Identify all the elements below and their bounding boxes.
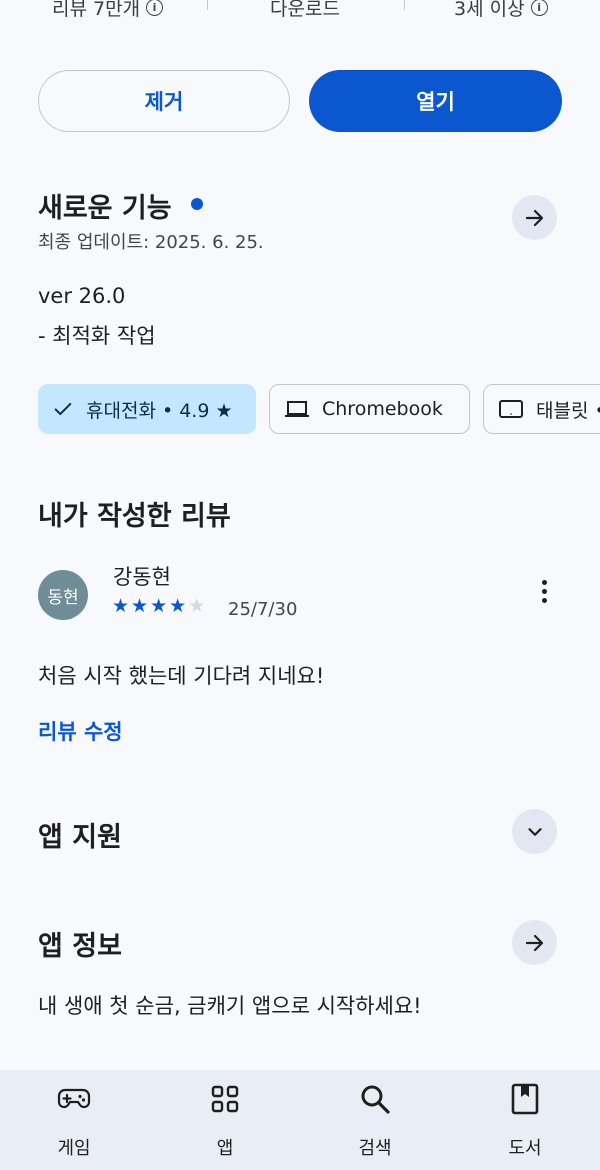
reviews-count: 리뷰 7만개	[52, 0, 141, 20]
app-support-title: 앱 지원	[38, 822, 122, 853]
last-updated: 최종 업데이트: 2025. 6. 25.	[38, 232, 264, 253]
whats-new-title: 새로운 기능	[38, 193, 172, 224]
nav-books[interactable]: 도서	[475, 1082, 575, 1160]
new-indicator-dot	[191, 198, 203, 210]
nav-games[interactable]: 게임	[24, 1082, 124, 1160]
release-notes: - 최적화 작업	[38, 324, 156, 348]
nav-search[interactable]: 검색	[325, 1082, 425, 1160]
edit-review-link[interactable]: 리뷰 수정	[38, 716, 123, 746]
age-rating-stat[interactable]: 3세 이상 i	[454, 0, 548, 21]
review-author: 강동현	[113, 565, 171, 589]
nav-search-label: 검색	[358, 1138, 392, 1159]
book-icon	[511, 1082, 539, 1116]
age-rating-label: 3세 이상	[454, 0, 525, 20]
downloads-label: 다운로드	[270, 0, 340, 20]
gamepad-icon	[57, 1082, 91, 1116]
search-icon	[359, 1082, 391, 1116]
nav-apps[interactable]: 앱	[175, 1082, 275, 1160]
app-description: 내 생애 첫 순금, 금캐기 앱으로 시작하세요!	[38, 994, 422, 1018]
chip-phone-label: 휴대전화 • 4.9 ★	[86, 399, 233, 422]
info-icon: i	[146, 0, 164, 16]
arrow-right-icon	[525, 209, 543, 226]
review-stars: ★ ★ ★ ★ ★	[112, 597, 205, 616]
star-icon-filled: ★	[150, 595, 168, 617]
star-icon-filled: ★	[169, 595, 187, 617]
chip-phone[interactable]: 휴대전화 • 4.9 ★	[38, 384, 256, 434]
chevron-down-icon	[527, 827, 542, 836]
nav-books-label: 도서	[508, 1138, 542, 1159]
downloads-stat: 다운로드	[270, 0, 340, 21]
nav-apps-label: 앱	[216, 1138, 234, 1159]
apps-grid-icon	[211, 1082, 239, 1116]
avatar-text: 동현	[47, 587, 79, 608]
chip-chromebook[interactable]: Chromebook	[269, 384, 470, 434]
app-support-expand-button[interactable]	[512, 809, 557, 854]
star-icon-filled: ★	[112, 595, 130, 617]
star-icon-filled: ★	[131, 595, 149, 617]
version-text: ver 26.0	[38, 284, 126, 308]
remove-button[interactable]: 제거	[38, 70, 290, 132]
tablet-icon	[499, 400, 523, 418]
review-text: 처음 시작 했는데 기다려 지네요!	[38, 664, 325, 688]
info-icon: i	[530, 0, 548, 16]
chip-tablet[interactable]: 태블릿 •	[483, 384, 600, 434]
avatar: 동현	[38, 570, 88, 620]
check-icon	[54, 402, 72, 416]
laptop-icon	[285, 401, 309, 417]
divider	[207, 0, 208, 10]
open-button[interactable]: 열기	[309, 70, 562, 132]
chip-chromebook-label: Chromebook	[322, 398, 443, 420]
divider	[404, 0, 405, 10]
my-review-title: 내가 작성한 리뷰	[38, 501, 231, 532]
review-date: 25/7/30	[228, 599, 298, 620]
app-info-title: 앱 정보	[38, 931, 122, 962]
star-icon-empty: ★	[188, 595, 206, 617]
more-options-icon[interactable]	[532, 580, 556, 603]
chip-tablet-label: 태블릿 •	[536, 399, 600, 422]
nav-games-label: 게임	[57, 1138, 91, 1159]
whats-new-arrow-button[interactable]	[512, 195, 557, 240]
arrow-right-icon	[525, 934, 543, 951]
app-info-arrow-button[interactable]	[512, 920, 557, 965]
reviews-stat[interactable]: 리뷰 7만개 i	[52, 0, 164, 21]
